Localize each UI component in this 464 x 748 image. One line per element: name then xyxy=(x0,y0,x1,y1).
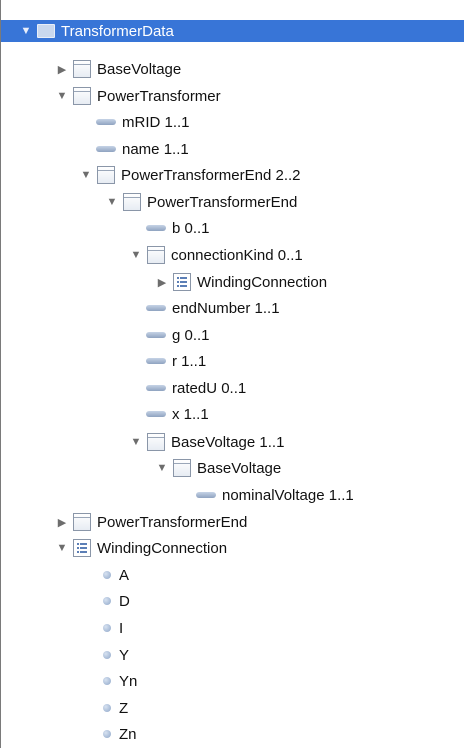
tree-row[interactable]: ▶ BaseVoltage xyxy=(1,56,464,82)
enumeration-icon xyxy=(73,539,91,557)
property-icon xyxy=(146,305,166,311)
property-icon xyxy=(146,332,166,338)
tree-panel: ▼ TransformerData ▶ BaseVoltage ▼ PowerTransf… xyxy=(0,0,464,748)
tree-row-label: WindingConnection xyxy=(197,273,328,291)
tree-row-label: Z xyxy=(119,699,129,717)
property-icon xyxy=(96,119,116,125)
tree-row[interactable]: mRID 1..1 xyxy=(1,109,464,135)
tree-row-label: BaseVoltage 1..1 xyxy=(171,433,285,451)
tree-row-label: PowerTransformerEnd xyxy=(147,193,298,211)
disclosure-triangle-expanded-icon[interactable]: ▼ xyxy=(155,462,169,474)
tree-row[interactable]: ▼ TransformerData xyxy=(1,20,464,42)
tree-row[interactable]: ratedU 0..1 xyxy=(1,375,464,401)
tree-row[interactable]: b 0..1 xyxy=(1,215,464,241)
folder-icon xyxy=(37,24,55,38)
property-icon xyxy=(146,358,166,364)
tree-row-label: endNumber 1..1 xyxy=(172,299,280,317)
class-icon xyxy=(73,87,91,105)
tree-row-label: Y xyxy=(119,646,130,664)
tree-row[interactable]: ▼ PowerTransformer xyxy=(1,83,464,109)
enumeration-icon xyxy=(173,273,191,291)
property-icon xyxy=(196,492,216,498)
tree-row[interactable]: ▼ connectionKind 0..1 xyxy=(1,242,464,268)
tree-row[interactable]: r 1..1 xyxy=(1,348,464,374)
class-icon xyxy=(123,193,141,211)
tree-row[interactable]: Y xyxy=(1,642,464,668)
tree-row[interactable]: nominalVoltage 1..1 xyxy=(1,482,464,508)
tree-row[interactable]: ▶ PowerTransformerEnd xyxy=(1,509,464,535)
tree-row[interactable]: ▼ WindingConnection xyxy=(1,535,464,561)
tree-row[interactable]: ▼ BaseVoltage xyxy=(1,455,464,481)
tree-row-label: name 1..1 xyxy=(122,140,189,158)
disclosure-triangle-expanded-icon[interactable]: ▼ xyxy=(79,169,93,181)
tree-row-label: PowerTransformerEnd 2..2 xyxy=(121,166,301,184)
disclosure-triangle-collapsed-icon[interactable]: ▶ xyxy=(155,276,169,289)
tree-row-label: Yn xyxy=(119,672,138,690)
tree-row[interactable]: Yn xyxy=(1,668,464,694)
tree-row-label: WindingConnection xyxy=(97,539,228,557)
tree-row[interactable]: ▼ BaseVoltage 1..1 xyxy=(1,429,464,455)
disclosure-triangle-expanded-icon[interactable]: ▼ xyxy=(55,90,69,102)
tree-row-label: TransformerData xyxy=(61,22,174,40)
disclosure-triangle-collapsed-icon[interactable]: ▶ xyxy=(55,516,69,529)
tree-row[interactable]: Zn xyxy=(1,721,464,747)
tree-row-label: BaseVoltage xyxy=(197,459,282,477)
tree-row-label: BaseVoltage xyxy=(97,60,182,78)
tree-row-label: nominalVoltage 1..1 xyxy=(222,486,354,504)
tree-row[interactable]: ▼ PowerTransformerEnd 2..2 xyxy=(1,162,464,188)
tree-row[interactable]: I xyxy=(1,615,464,641)
disclosure-triangle-expanded-icon[interactable]: ▼ xyxy=(129,436,143,448)
tree-row-label: PowerTransformer xyxy=(97,87,221,105)
tree-row-label: connectionKind 0..1 xyxy=(171,246,303,264)
property-icon xyxy=(146,385,166,391)
tree-row[interactable]: D xyxy=(1,588,464,614)
disclosure-triangle-collapsed-icon[interactable]: ▶ xyxy=(55,63,69,76)
disclosure-triangle-expanded-icon[interactable]: ▼ xyxy=(19,25,33,37)
class-icon xyxy=(97,166,115,184)
tree-row-label: ratedU 0..1 xyxy=(172,379,247,397)
tree-row[interactable]: ▶ WindingConnection xyxy=(1,269,464,295)
tree-row[interactable]: endNumber 1..1 xyxy=(1,295,464,321)
tree-row-label: x 1..1 xyxy=(172,405,209,423)
tree-row-label: mRID 1..1 xyxy=(122,113,190,131)
class-icon xyxy=(173,459,191,477)
literal-icon xyxy=(103,624,111,632)
literal-icon xyxy=(103,597,111,605)
tree-row-label: PowerTransformerEnd xyxy=(97,513,248,531)
tree-row-label: A xyxy=(119,566,130,584)
tree-row[interactable]: x 1..1 xyxy=(1,401,464,427)
tree-row-label: D xyxy=(119,592,130,610)
tree-row-label: Zn xyxy=(119,725,137,743)
literal-icon xyxy=(103,571,111,579)
property-icon xyxy=(146,225,166,231)
tree-row[interactable]: A xyxy=(1,562,464,588)
class-icon xyxy=(147,433,165,451)
property-icon xyxy=(146,411,166,417)
class-icon xyxy=(147,246,165,264)
class-icon xyxy=(73,60,91,78)
tree-row[interactable]: Z xyxy=(1,695,464,721)
tree-row[interactable]: g 0..1 xyxy=(1,322,464,348)
disclosure-triangle-expanded-icon[interactable]: ▼ xyxy=(105,196,119,208)
tree-row-label: g 0..1 xyxy=(172,326,210,344)
tree-row-label: b 0..1 xyxy=(172,219,210,237)
literal-icon xyxy=(103,730,111,738)
tree-row[interactable]: ▼ PowerTransformerEnd xyxy=(1,189,464,215)
tree-row[interactable]: name 1..1 xyxy=(1,136,464,162)
property-icon xyxy=(96,146,116,152)
tree-row-label: r 1..1 xyxy=(172,352,207,370)
literal-icon xyxy=(103,704,111,712)
disclosure-triangle-expanded-icon[interactable]: ▼ xyxy=(55,542,69,554)
literal-icon xyxy=(103,651,111,659)
literal-icon xyxy=(103,677,111,685)
class-icon xyxy=(73,513,91,531)
tree-row-label: I xyxy=(119,619,124,637)
disclosure-triangle-expanded-icon[interactable]: ▼ xyxy=(129,249,143,261)
